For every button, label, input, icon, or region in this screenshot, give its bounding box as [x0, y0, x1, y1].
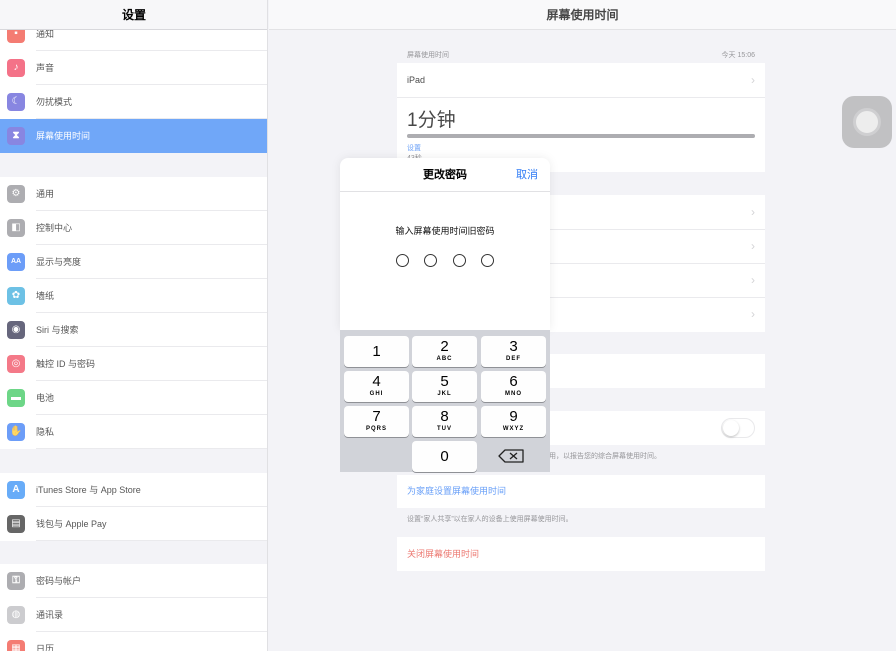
- keypad-key-letters: PQRS: [365, 426, 387, 432]
- keypad-key-number: 3: [509, 338, 518, 355]
- keypad-key-0[interactable]: 0: [412, 441, 477, 472]
- passcode-dot: [424, 254, 437, 267]
- keypad-key-number: 0: [440, 448, 449, 465]
- backspace-icon: [498, 449, 524, 463]
- dialog-header: 更改密码 取消: [340, 158, 550, 192]
- keypad-key-8[interactable]: 8 TUV: [412, 406, 477, 437]
- keypad-key-7[interactable]: 7 PQRS: [344, 406, 409, 437]
- keypad-key-4[interactable]: 4 GHI: [344, 371, 409, 402]
- cancel-button[interactable]: 取消: [516, 158, 538, 192]
- keypad-key-number: 6: [509, 373, 518, 390]
- passcode-dot: [481, 254, 494, 267]
- keypad-key-3[interactable]: 3 DEF: [481, 336, 546, 367]
- keypad-key-number: 7: [372, 408, 381, 425]
- keypad-key-number: 1: [372, 343, 381, 360]
- keypad-key-1[interactable]: 1: [344, 336, 409, 367]
- keypad-key-letters: TUV: [437, 426, 452, 432]
- sidebar-title: 设置: [0, 0, 267, 30]
- keypad-key-9[interactable]: 9 WXYZ: [481, 406, 546, 437]
- keypad-key-letters: JKL: [437, 391, 452, 397]
- keypad-key-number: 2: [440, 338, 449, 355]
- keypad-key-letters: MNO: [505, 391, 522, 397]
- keypad-key-number: 5: [440, 373, 449, 390]
- passcode-dot: [396, 254, 409, 267]
- keypad-key-letters: GHI: [369, 391, 384, 397]
- change-passcode-dialog: 更改密码 取消 输入屏幕使用时间旧密码: [340, 158, 550, 330]
- keypad-key-number: 9: [509, 408, 518, 425]
- keypad-key-5[interactable]: 5 JKL: [412, 371, 477, 402]
- keypad-key-number: 8: [440, 408, 449, 425]
- keypad-key-letters: DEF: [506, 356, 521, 362]
- keypad-key-6[interactable]: 6 MNO: [481, 371, 546, 402]
- passcode-prompt: 输入屏幕使用时间旧密码: [395, 226, 495, 236]
- keypad-key-number: 4: [372, 373, 381, 390]
- delete-key[interactable]: [481, 444, 546, 468]
- passcode-dot: [453, 254, 466, 267]
- keypad-key-letters: ABC: [436, 356, 453, 362]
- keypad-key-letters: WXYZ: [502, 426, 525, 432]
- keypad-key-2[interactable]: 2 ABC: [412, 336, 477, 367]
